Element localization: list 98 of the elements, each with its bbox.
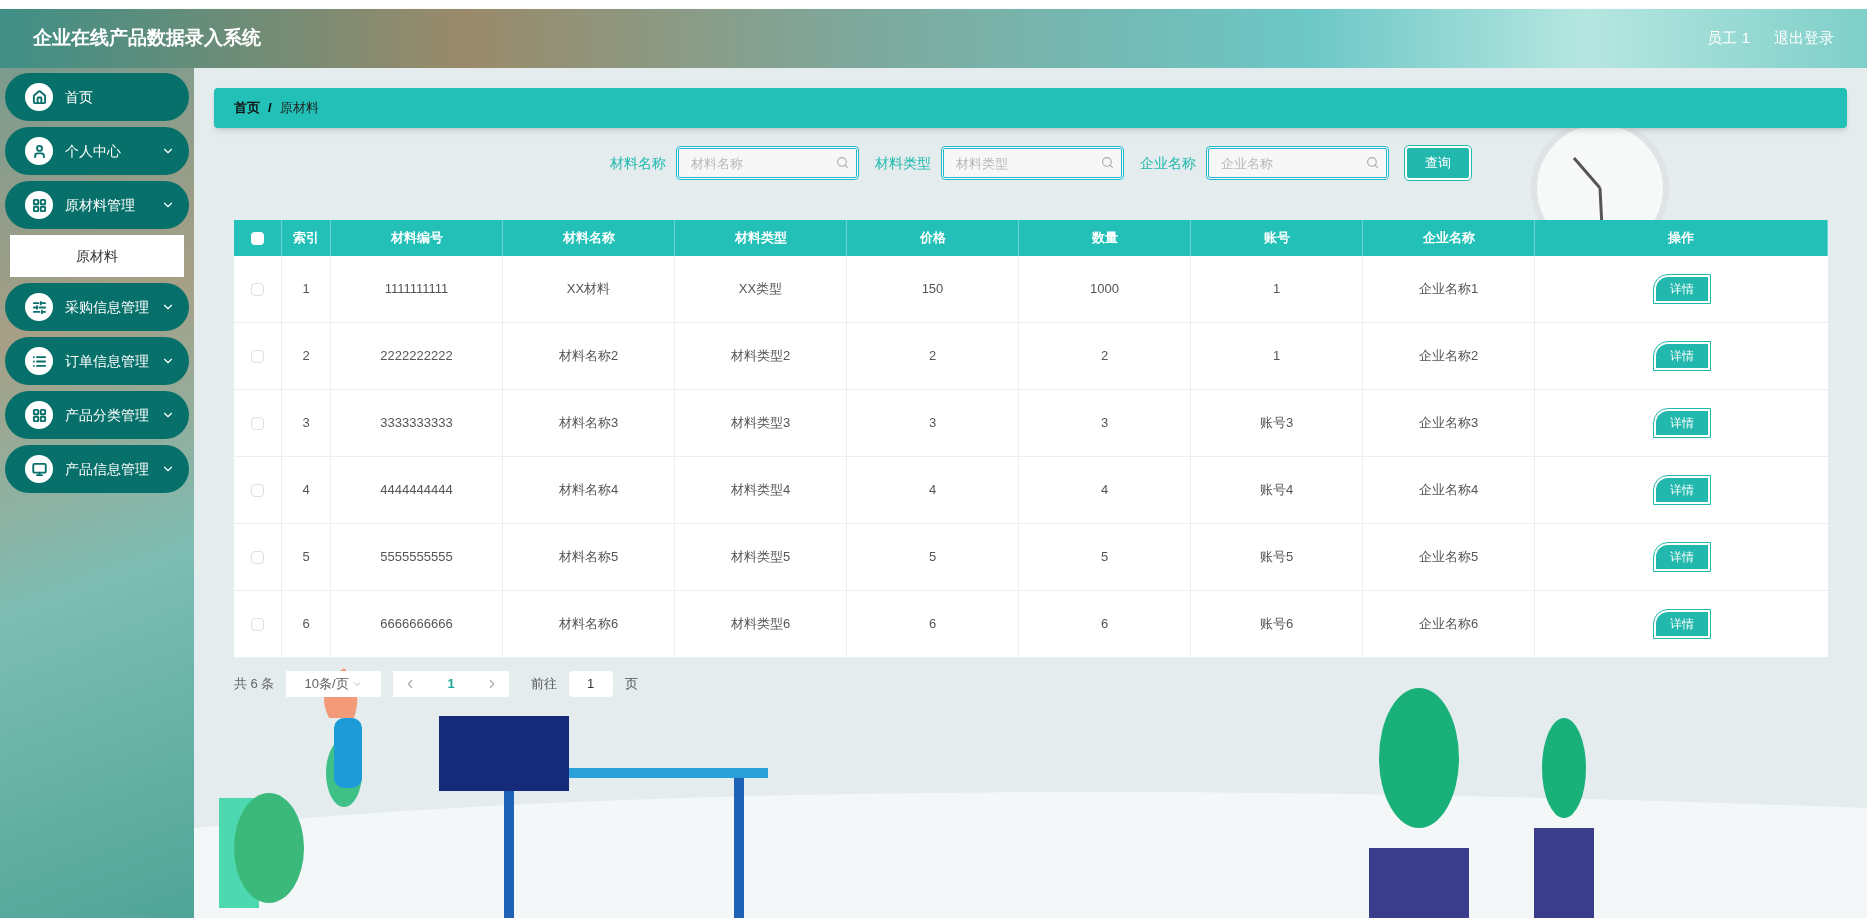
search-label: 企业名称	[1140, 153, 1196, 173]
table-cell: 材料类型3	[675, 390, 847, 456]
table-cell: 企业名称6	[1363, 591, 1535, 657]
table-cell: 6	[282, 591, 331, 657]
sidebar-item[interactable]: 首页	[5, 73, 189, 121]
column-header: 材料名称	[503, 220, 675, 256]
table-cell: 账号6	[1191, 591, 1363, 657]
table-cell: 3	[1019, 390, 1191, 456]
column-header: 操作	[1535, 220, 1828, 256]
row-checkbox[interactable]	[251, 282, 264, 296]
table-cell: 5555555555	[331, 524, 503, 590]
table-cell: 材料名称3	[503, 390, 675, 456]
table-cell: 5	[1019, 524, 1191, 590]
sidebar-item[interactable]: 个人中心	[5, 127, 189, 175]
page-size-select[interactable]: 10条/页	[286, 671, 382, 697]
table-cell: 5	[847, 524, 1019, 590]
table-cell: 6666666666	[331, 591, 503, 657]
column-header: 数量	[1019, 220, 1191, 256]
table-cell: 2	[282, 323, 331, 389]
search-field[interactable]: 企业名称	[1206, 146, 1389, 180]
table-cell: 企业名称3	[1363, 390, 1535, 456]
select-all-checkbox[interactable]	[251, 231, 264, 245]
breadcrumb-item[interactable]: 首页	[234, 98, 260, 118]
table-cell: 材料类型2	[675, 323, 847, 389]
search-label: 材料名称	[610, 153, 666, 173]
table-cell: XX材料	[503, 256, 675, 322]
column-header: 索引	[282, 220, 331, 256]
table-cell: 2	[1019, 323, 1191, 389]
row-checkbox[interactable]	[251, 617, 264, 631]
table-cell: 3	[282, 390, 331, 456]
table-cell: 材料类型4	[675, 457, 847, 523]
total-count: 共 6 条	[234, 675, 275, 694]
table-cell: 150	[847, 256, 1019, 322]
table-cell: 4	[282, 457, 331, 523]
table-cell: 6	[847, 591, 1019, 657]
sidebar-item[interactable]: 原材料管理	[5, 181, 189, 229]
user-name: 员工 1	[1707, 28, 1750, 49]
sidebar-item[interactable]: 产品分类管理	[5, 391, 189, 439]
goto-label: 前往	[530, 675, 557, 694]
table-cell: 材料类型6	[675, 591, 847, 657]
table-cell: 账号5	[1191, 524, 1363, 590]
table-cell: 4444444444	[331, 457, 503, 523]
table-cell: 账号3	[1191, 390, 1363, 456]
table-cell: 企业名称5	[1363, 524, 1535, 590]
table-cell: 3333333333	[331, 390, 503, 456]
table-cell: XX类型	[675, 256, 847, 322]
table-cell: 企业名称1	[1363, 256, 1535, 322]
menu-icon	[25, 347, 53, 375]
breadcrumb-item: 原材料	[279, 99, 319, 118]
column-header: 企业名称	[1363, 220, 1535, 256]
table-cell: 材料名称4	[503, 457, 675, 523]
search-label: 材料类型	[875, 153, 931, 173]
table-cell: 1111111111	[331, 256, 503, 322]
column-header: 账号	[1191, 220, 1363, 256]
row-checkbox[interactable]	[251, 483, 264, 497]
sidebar-item[interactable]: 订单信息管理	[5, 337, 189, 385]
goto-suffix: 页	[624, 675, 638, 694]
goto-page-field[interactable]: 1	[568, 671, 613, 697]
table-cell: 1000	[1019, 256, 1191, 322]
sidebar-item[interactable]: 采购信息管理	[5, 283, 189, 331]
table-cell: 5	[282, 524, 331, 590]
table-cell: 2222222222	[331, 323, 503, 389]
table-cell: 4	[847, 457, 1019, 523]
column-header: 材料类型	[675, 220, 847, 256]
column-header: 材料编号	[331, 220, 503, 256]
menu-icon	[25, 137, 53, 165]
row-checkbox[interactable]	[251, 550, 264, 564]
table-cell: 企业名称2	[1363, 323, 1535, 389]
menu-icon	[25, 191, 53, 219]
table-cell: 4	[1019, 457, 1191, 523]
menu-icon	[25, 401, 53, 429]
table-cell: 材料名称5	[503, 524, 675, 590]
menu-icon	[25, 293, 53, 321]
sidebar-item[interactable]: 产品信息管理	[5, 445, 189, 493]
table-cell: 1	[282, 256, 331, 322]
table-cell: 1	[1191, 323, 1363, 389]
table-cell: 企业名称4	[1363, 457, 1535, 523]
table-cell: 2	[847, 323, 1019, 389]
search-icon	[1101, 156, 1114, 169]
menu-icon	[25, 83, 53, 111]
search-icon	[1366, 156, 1379, 169]
search-field[interactable]: 材料类型	[941, 146, 1124, 180]
table-cell: 账号4	[1191, 457, 1363, 523]
submenu-item[interactable]: 原材料	[10, 235, 184, 277]
table-cell: 材料类型5	[675, 524, 847, 590]
menu-icon	[25, 455, 53, 483]
search-icon	[836, 156, 849, 169]
search-field[interactable]: 材料名称	[676, 146, 859, 180]
app-title: 企业在线产品数据录入系统	[33, 26, 261, 51]
table-cell: 材料名称6	[503, 591, 675, 657]
row-checkbox[interactable]	[251, 416, 264, 430]
table-cell: 材料名称2	[503, 323, 675, 389]
column-header: 价格	[847, 220, 1019, 256]
row-checkbox[interactable]	[251, 349, 264, 363]
breadcrumb-separator: /	[268, 99, 272, 118]
table-cell: 1	[1191, 256, 1363, 322]
table-cell: 3	[847, 390, 1019, 456]
table-cell: 6	[1019, 591, 1191, 657]
